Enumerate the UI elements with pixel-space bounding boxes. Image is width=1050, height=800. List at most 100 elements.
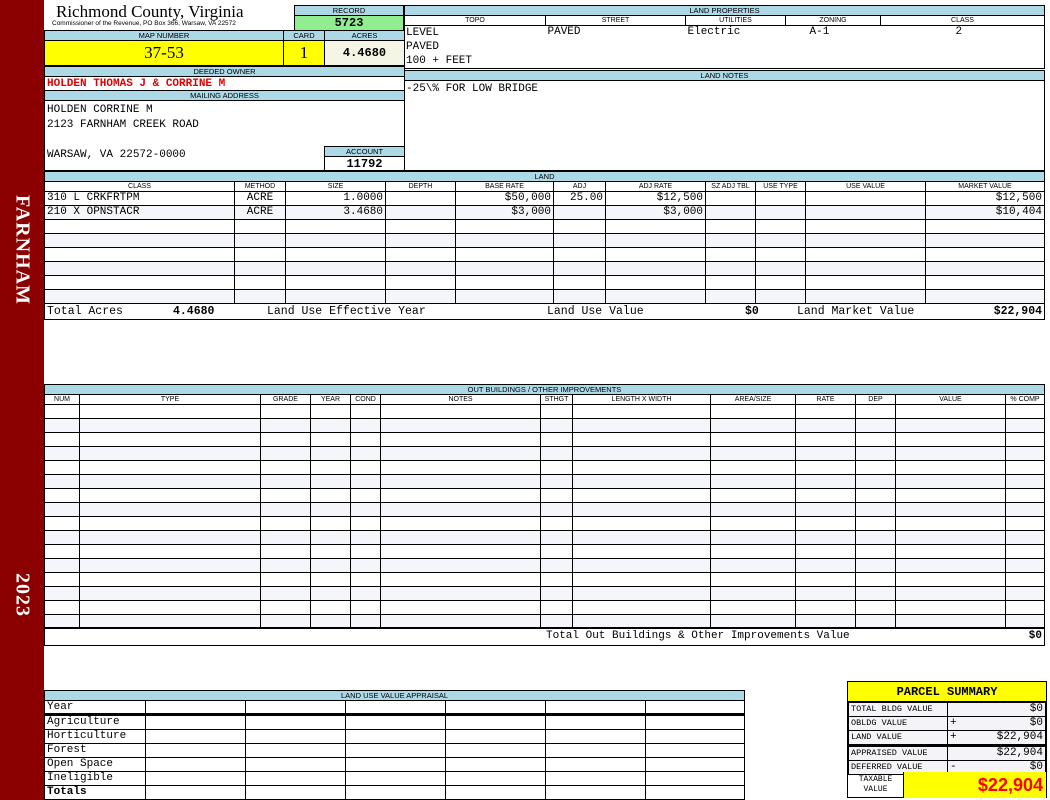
land-cell [755,289,806,304]
outbuildings-cell [350,502,381,517]
outbuildings-cell [855,418,896,433]
outbuildings-cell [380,502,541,517]
outbuildings-cell [540,460,573,475]
land-cell [385,205,456,220]
land-cell [234,219,286,234]
land-cell [705,219,756,234]
outbuildings-cell [795,488,856,503]
topo-item: LEVEL [406,27,440,39]
land-cell [605,275,706,290]
outbuildings-cell [895,544,1006,559]
summary-operator: + [947,716,962,731]
outbuildings-cell [572,516,711,531]
summary-operator: + [947,730,962,746]
land-cell [285,247,386,262]
outbuildings-cell [540,446,573,461]
outbuildings-cell [795,404,856,419]
outbuildings-cell [79,530,261,545]
outbuildings-cell [44,572,80,587]
land-use-cell [345,729,446,744]
land-cell [705,205,756,220]
outbuildings-cell [710,502,796,517]
land-cell [385,247,456,262]
table-row [44,446,1045,461]
summary-label: TOTAL BLDG VALUE [848,702,948,717]
outbuildings-cell [310,558,351,573]
land-use-cell [145,729,246,744]
outbuildings-cell [1005,516,1045,531]
outbuildings-cell [310,516,351,531]
land-cell [44,275,235,290]
land-col-header: USE TYPE [755,181,806,192]
land-use-cell [145,757,246,772]
outbuildings-cell [310,460,351,475]
land-cell [385,275,456,290]
land-use-cell [545,771,646,786]
col-street: STREET [545,15,686,26]
outbuildings-cell [540,600,573,615]
outbuildings-cell [572,460,711,475]
outbuildings-cell [572,418,711,433]
outbuildings-cell [380,488,541,503]
land-use-cell [145,785,246,800]
land-cell [705,275,756,290]
outbuildings-cell [795,460,856,475]
land-cell [755,219,806,234]
land-use-cell [145,743,246,758]
outbuildings-cell [79,586,261,601]
land-cell [385,191,456,206]
outbuildings-cell [795,432,856,447]
tax-year: 2023 [11,573,34,617]
land-properties-table: TOPO STREET UTILITIES ZONING CLASS LEVEL PAVE… [404,15,1045,69]
table-row [44,558,1045,573]
card-number: 1 [283,40,325,66]
outbuildings-cell [795,446,856,461]
map-number: 37-53 [44,40,284,66]
outbuildings-col-header: GRADE [260,394,311,405]
outbuildings-cell [540,544,573,559]
outbuildings-cell [855,432,896,447]
table-row [44,474,1045,489]
outbuildings-cell [1005,530,1045,545]
land-col-header: MARKET VALUE [925,181,1045,192]
land-use-cell [345,771,446,786]
outbuildings-cell [795,418,856,433]
class-value: 2 [880,25,1045,69]
land-cell [44,261,235,276]
total-acres-label: Total Acres [47,305,123,318]
land-cell [285,275,386,290]
land-cell [553,205,606,220]
land-use-value-label: Land Use Value [547,305,644,318]
table-row [44,233,1045,248]
land-cell [805,289,926,304]
outbuildings-cell [1005,474,1045,489]
outbuildings-cell [310,446,351,461]
outbuildings-col-header: COND [350,394,381,405]
land-use-row: Totals [44,785,745,800]
outbuildings-cell [895,502,1006,517]
outbuildings-cell [572,572,711,587]
land-col-header: BASE RATE [455,181,554,192]
outbuildings-cell [380,404,541,419]
land-use-row-label: Totals [44,785,146,800]
table-row [44,544,1045,559]
outbuildings-cell [310,432,351,447]
land-cell [805,275,926,290]
land-use-cell [645,729,745,744]
table-row [44,219,1045,234]
table-row [44,586,1045,601]
address-line: HOLDEN CORRINE M [47,104,153,116]
land-use-cell [645,771,745,786]
outbuildings-cell [710,516,796,531]
land-cell [455,289,554,304]
land-use-row: Forest [44,743,745,758]
land-use-cell [245,743,346,758]
outbuildings-cell [380,586,541,601]
outbuildings-cell [1005,544,1045,559]
outbuildings-cell [44,404,80,419]
outbuildings-cell [380,516,541,531]
outbuildings-cell [572,502,711,517]
outbuildings-cell [79,488,261,503]
land-use-cell [645,713,745,730]
outbuildings-cell [310,600,351,615]
